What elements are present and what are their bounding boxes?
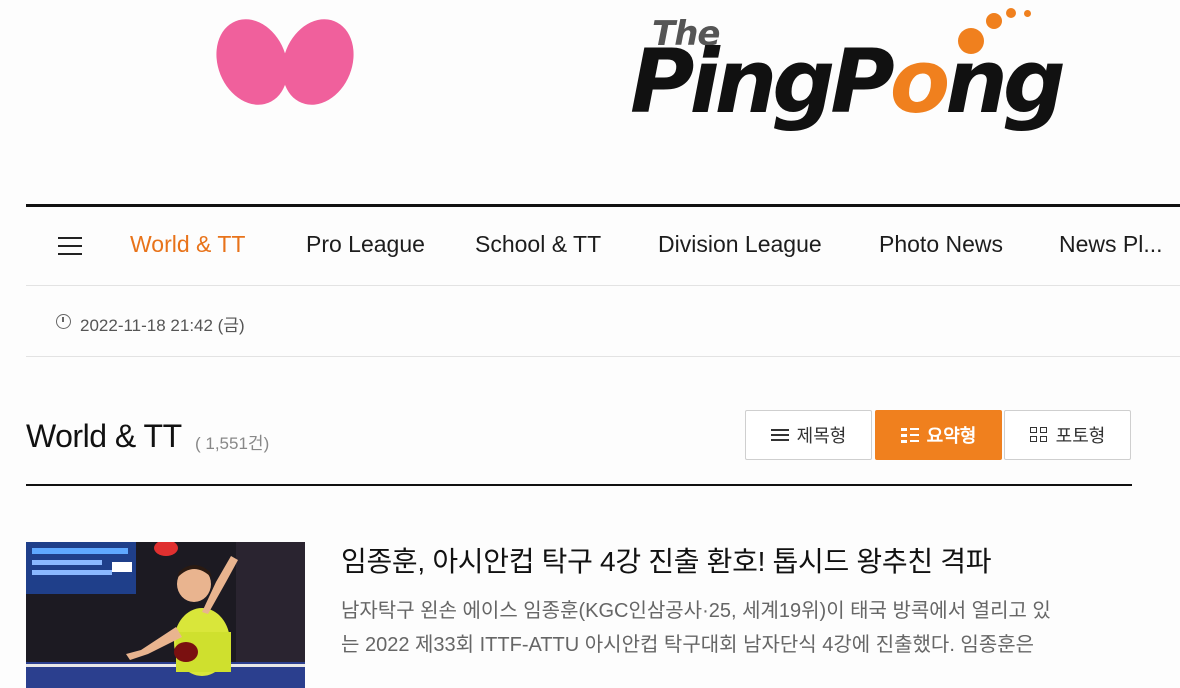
article-title-link[interactable]: 임종훈, 아시안컵 탁구 4강 진출 환호! 톱시드 왕추친 격파 xyxy=(341,540,992,580)
logo-dot xyxy=(1024,10,1031,17)
article-thumbnail[interactable] xyxy=(26,542,305,688)
main-nav: World & TT Pro League School & TT Divisi… xyxy=(26,207,1180,286)
article-date: 2022-11-18 21:42 (금) xyxy=(80,316,245,335)
table-tennis-player-photo xyxy=(26,542,305,688)
nav-item-world-tt[interactable]: World & TT xyxy=(130,231,245,258)
article-summary: 남자탁구 왼손 에이스 임종훈(KGC인삼공사·25, 세계19위)이 태국 방… xyxy=(341,600,1051,656)
logo-dot xyxy=(986,13,1002,29)
nav-item-news-plus[interactable]: News Pl... xyxy=(1059,231,1163,258)
list-icon xyxy=(770,427,789,443)
nav-item-division-league[interactable]: Division League xyxy=(658,231,822,258)
site-logo[interactable]: The PingPong xyxy=(630,8,1120,158)
section-title: World & TT xyxy=(26,418,182,454)
section-divider xyxy=(26,484,1132,486)
logo-main-text: PingPong xyxy=(630,30,1066,133)
nav-item-photo-news[interactable]: Photo News xyxy=(879,231,1003,258)
site-header: The PingPong xyxy=(0,0,1180,205)
hamburger-icon[interactable] xyxy=(58,237,82,255)
nav-item-school-tt[interactable]: School & TT xyxy=(475,231,601,258)
clock-icon xyxy=(56,314,71,329)
nav-item-pro-league[interactable]: Pro League xyxy=(306,231,425,258)
view-summary-button[interactable]: 요약형 xyxy=(875,410,1002,460)
view-title-button[interactable]: 제목형 xyxy=(745,410,872,460)
logo-dot xyxy=(958,28,984,54)
grid-icon xyxy=(1029,427,1048,443)
summary-icon xyxy=(900,427,919,443)
article-date-row: 2022-11-18 21:42 (금) xyxy=(26,286,1180,357)
butterfly-logo-icon[interactable] xyxy=(214,18,356,110)
section-article-count: ( 1,551건) xyxy=(195,434,270,453)
view-photo-button[interactable]: 포토형 xyxy=(1004,410,1131,460)
logo-dot xyxy=(1006,8,1016,18)
